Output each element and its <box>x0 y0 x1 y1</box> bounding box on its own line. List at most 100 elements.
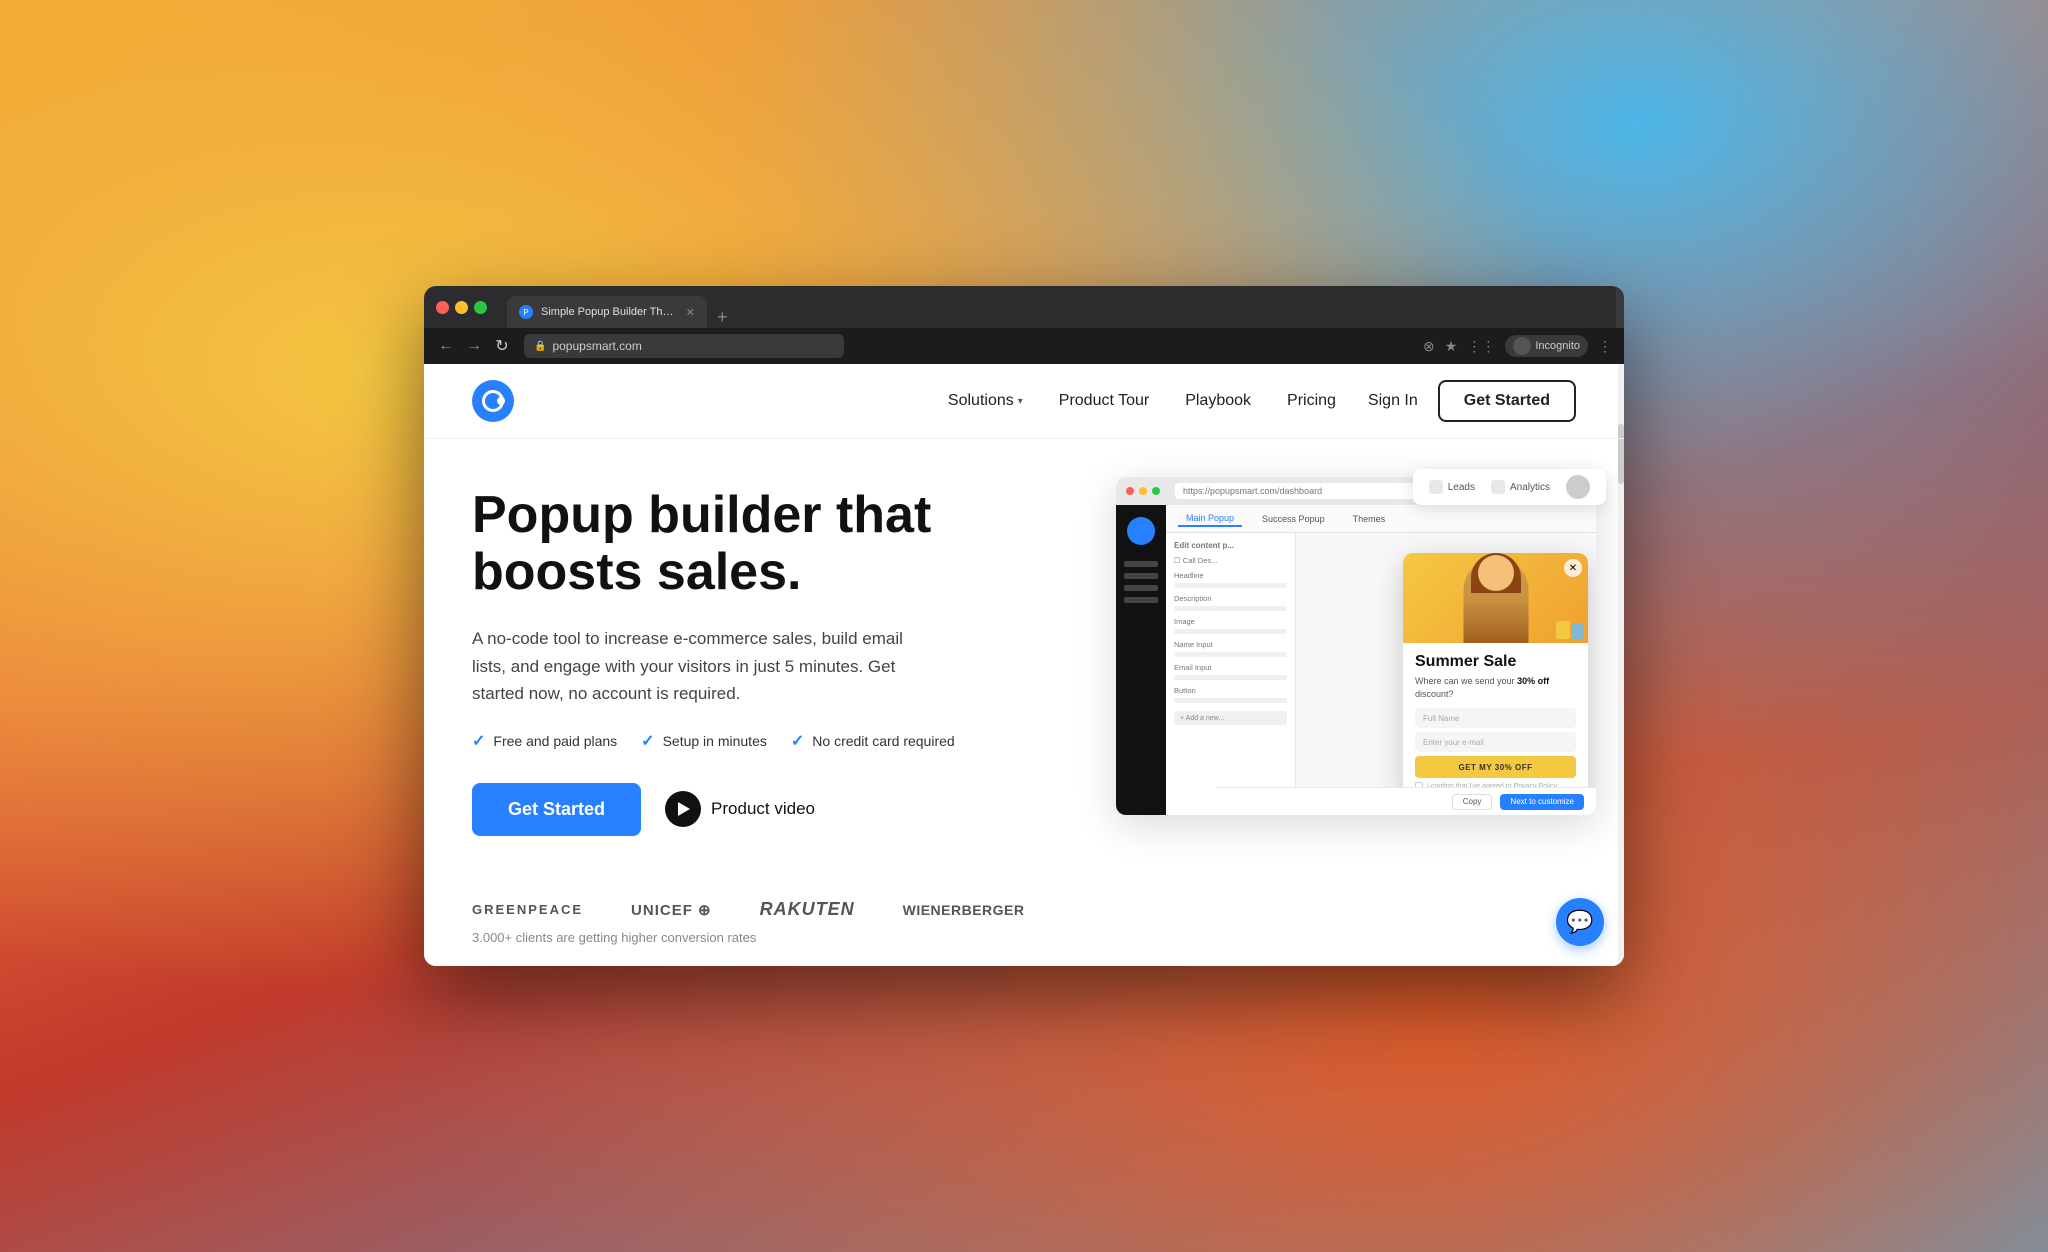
check-label-1: Free and paid plans <box>493 733 617 749</box>
popup-email-input[interactable]: Enter your e-mail <box>1415 732 1576 752</box>
topbar-leads[interactable]: Leads <box>1429 475 1475 499</box>
logo-icon <box>472 380 514 422</box>
browser-scrollbar <box>1616 286 1624 328</box>
address-text: popupsmart.com <box>552 339 641 353</box>
edit-content-label: Edit content p... <box>1174 541 1287 550</box>
check-item-1: ✓ Free and paid plans <box>472 731 617 751</box>
field-value-name <box>1174 652 1287 657</box>
nav-signin[interactable]: Sign In <box>1368 392 1418 410</box>
browser-window: P Simple Popup Builder That Bo... ✕ + ← … <box>424 286 1624 966</box>
nav-solutions[interactable]: Solutions ▾ <box>948 392 1023 410</box>
logo-inner <box>482 390 504 412</box>
field-value-headline <box>1174 583 1287 588</box>
nav-pricing[interactable]: Pricing <box>1287 392 1336 410</box>
popup-body: Summer Sale Where can we send your 30% o… <box>1403 643 1588 802</box>
logos-section: GREENPEACE unicef ⊕ Rakuten wienerberger… <box>424 867 1624 961</box>
shopping-bag-yellow <box>1556 621 1570 639</box>
chevron-down-icon: ▾ <box>1018 396 1023 407</box>
mockup-maximize <box>1152 487 1160 495</box>
sidebar-item <box>1124 561 1158 567</box>
mockup-toolbar: Main Popup Success Popup Themes <box>1166 505 1596 533</box>
check-item-2: ✓ Setup in minutes <box>641 731 767 751</box>
mockup-close <box>1126 487 1134 495</box>
mockup-panel: Edit content p... ☐ Call Des... Headline… <box>1166 533 1596 815</box>
check-item-3: ✓ No credit card required <box>791 731 955 751</box>
new-tab-button[interactable]: + <box>713 307 732 328</box>
nav-cta-button[interactable]: Get Started <box>1438 380 1576 422</box>
analytics-label: Analytics <box>1510 482 1550 493</box>
popup-cta-button[interactable]: GET MY 30% OFF <box>1415 756 1576 778</box>
incognito-badge: Incognito <box>1505 335 1588 357</box>
address-field[interactable]: 🔒 popupsmart.com <box>524 334 844 358</box>
add-new-button[interactable]: + Add a new... <box>1174 711 1287 725</box>
topbar-analytics[interactable]: Analytics <box>1491 475 1550 499</box>
bookmark-icon[interactable]: ★ <box>1445 338 1458 355</box>
hero-visual: Leads Analytics https://po <box>1044 487 1576 867</box>
minimize-button[interactable] <box>455 301 468 314</box>
sidebar-item <box>1124 585 1158 591</box>
leads-icon <box>1429 480 1443 494</box>
clients-text: 3.000+ clients are getting higher conver… <box>472 930 1576 945</box>
page-content: Solutions ▾ Product Tour Playbook Pricin… <box>424 364 1624 966</box>
play-icon <box>665 791 701 827</box>
hero-checks: ✓ Free and paid plans ✓ Setup in minutes… <box>472 731 1004 751</box>
hero-section: Popup builder that boosts sales. A no-co… <box>424 439 1624 867</box>
tab-bar: P Simple Popup Builder That Bo... ✕ + <box>507 286 732 328</box>
address-bar: ← → ↻ 🔒 popupsmart.com ⊗ ★ ⋮⋮ Incognito … <box>424 328 1624 364</box>
field-label-cta: ☐ Call Des... <box>1174 556 1287 565</box>
cast-icon[interactable]: ⊗ <box>1423 338 1435 355</box>
nav-playbook[interactable]: Playbook <box>1185 392 1251 410</box>
mockup-url: https://popupsmart.com/dashboard <box>1183 486 1322 496</box>
incognito-avatar <box>1513 337 1531 355</box>
leads-label: Leads <box>1448 482 1475 493</box>
popup-description: Where can we send your 30% off discount? <box>1415 675 1576 700</box>
close-button[interactable] <box>436 301 449 314</box>
checkmark-icon-1: ✓ <box>472 731 485 751</box>
analytics-icon <box>1491 480 1505 494</box>
nav-product-tour[interactable]: Product Tour <box>1059 392 1149 410</box>
mockup-tab-main[interactable]: Main Popup <box>1178 511 1242 527</box>
email-placeholder: Enter your e-mail <box>1423 738 1484 747</box>
check-label-3: No credit card required <box>812 733 954 749</box>
mockup-next-button[interactable]: Next to customize <box>1500 794 1584 810</box>
hero-title: Popup builder that boosts sales. <box>472 487 1004 601</box>
lock-icon: 🔒 <box>534 341 546 352</box>
mockup-browser: https://popupsmart.com/dashboard <box>1116 477 1596 815</box>
sidebar-item <box>1124 597 1158 603</box>
reload-button[interactable]: ↻ <box>492 336 512 356</box>
hero-subtitle: A no-code tool to increase e-commerce sa… <box>472 625 932 707</box>
mockup-sidebar-logo <box>1127 517 1155 545</box>
browser-tab[interactable]: P Simple Popup Builder That Bo... ✕ <box>507 296 707 328</box>
tab-favicon: P <box>519 305 533 319</box>
logo-unicef: unicef ⊕ <box>631 901 712 919</box>
extensions-icon[interactable]: ⋮⋮ <box>1467 338 1495 355</box>
mockup-minimize <box>1139 487 1147 495</box>
forward-button[interactable]: → <box>464 337 484 355</box>
hero-cta-button[interactable]: Get Started <box>472 783 641 836</box>
field-value-desc <box>1174 606 1287 611</box>
product-video-label: Product video <box>711 799 815 819</box>
tab-close-icon[interactable]: ✕ <box>686 306 695 319</box>
popup-fullname-input[interactable]: Full Name <box>1415 708 1576 728</box>
field-label-button: Button <box>1174 686 1287 695</box>
hero-content: Popup builder that boosts sales. A no-co… <box>472 487 1004 836</box>
chat-button[interactable]: 💬 <box>1556 898 1604 946</box>
mockup-canvas-area: ✕ Summer Sale Where can we send your 30%… <box>1296 533 1596 815</box>
hero-actions: Get Started Product video <box>472 783 1004 836</box>
scroll-indicator[interactable] <box>1618 364 1624 966</box>
logo-wienerberger: wienerberger <box>903 902 1025 918</box>
mockup-tab-themes[interactable]: Themes <box>1345 512 1394 526</box>
mockup-tab-success[interactable]: Success Popup <box>1254 512 1333 526</box>
mockup-copy-button[interactable]: Copy <box>1452 794 1493 810</box>
mockup-sidebar-items <box>1116 553 1166 611</box>
site-logo[interactable] <box>472 380 514 422</box>
field-value-email <box>1174 675 1287 680</box>
product-video-link[interactable]: Product video <box>665 791 815 827</box>
incognito-label: Incognito <box>1535 340 1580 352</box>
popup-close-button[interactable]: ✕ <box>1564 559 1582 577</box>
back-button[interactable]: ← <box>436 337 456 355</box>
popup-title: Summer Sale <box>1415 653 1576 671</box>
maximize-button[interactable] <box>474 301 487 314</box>
checkmark-icon-3: ✓ <box>791 731 804 751</box>
menu-icon[interactable]: ⋮ <box>1598 338 1612 355</box>
